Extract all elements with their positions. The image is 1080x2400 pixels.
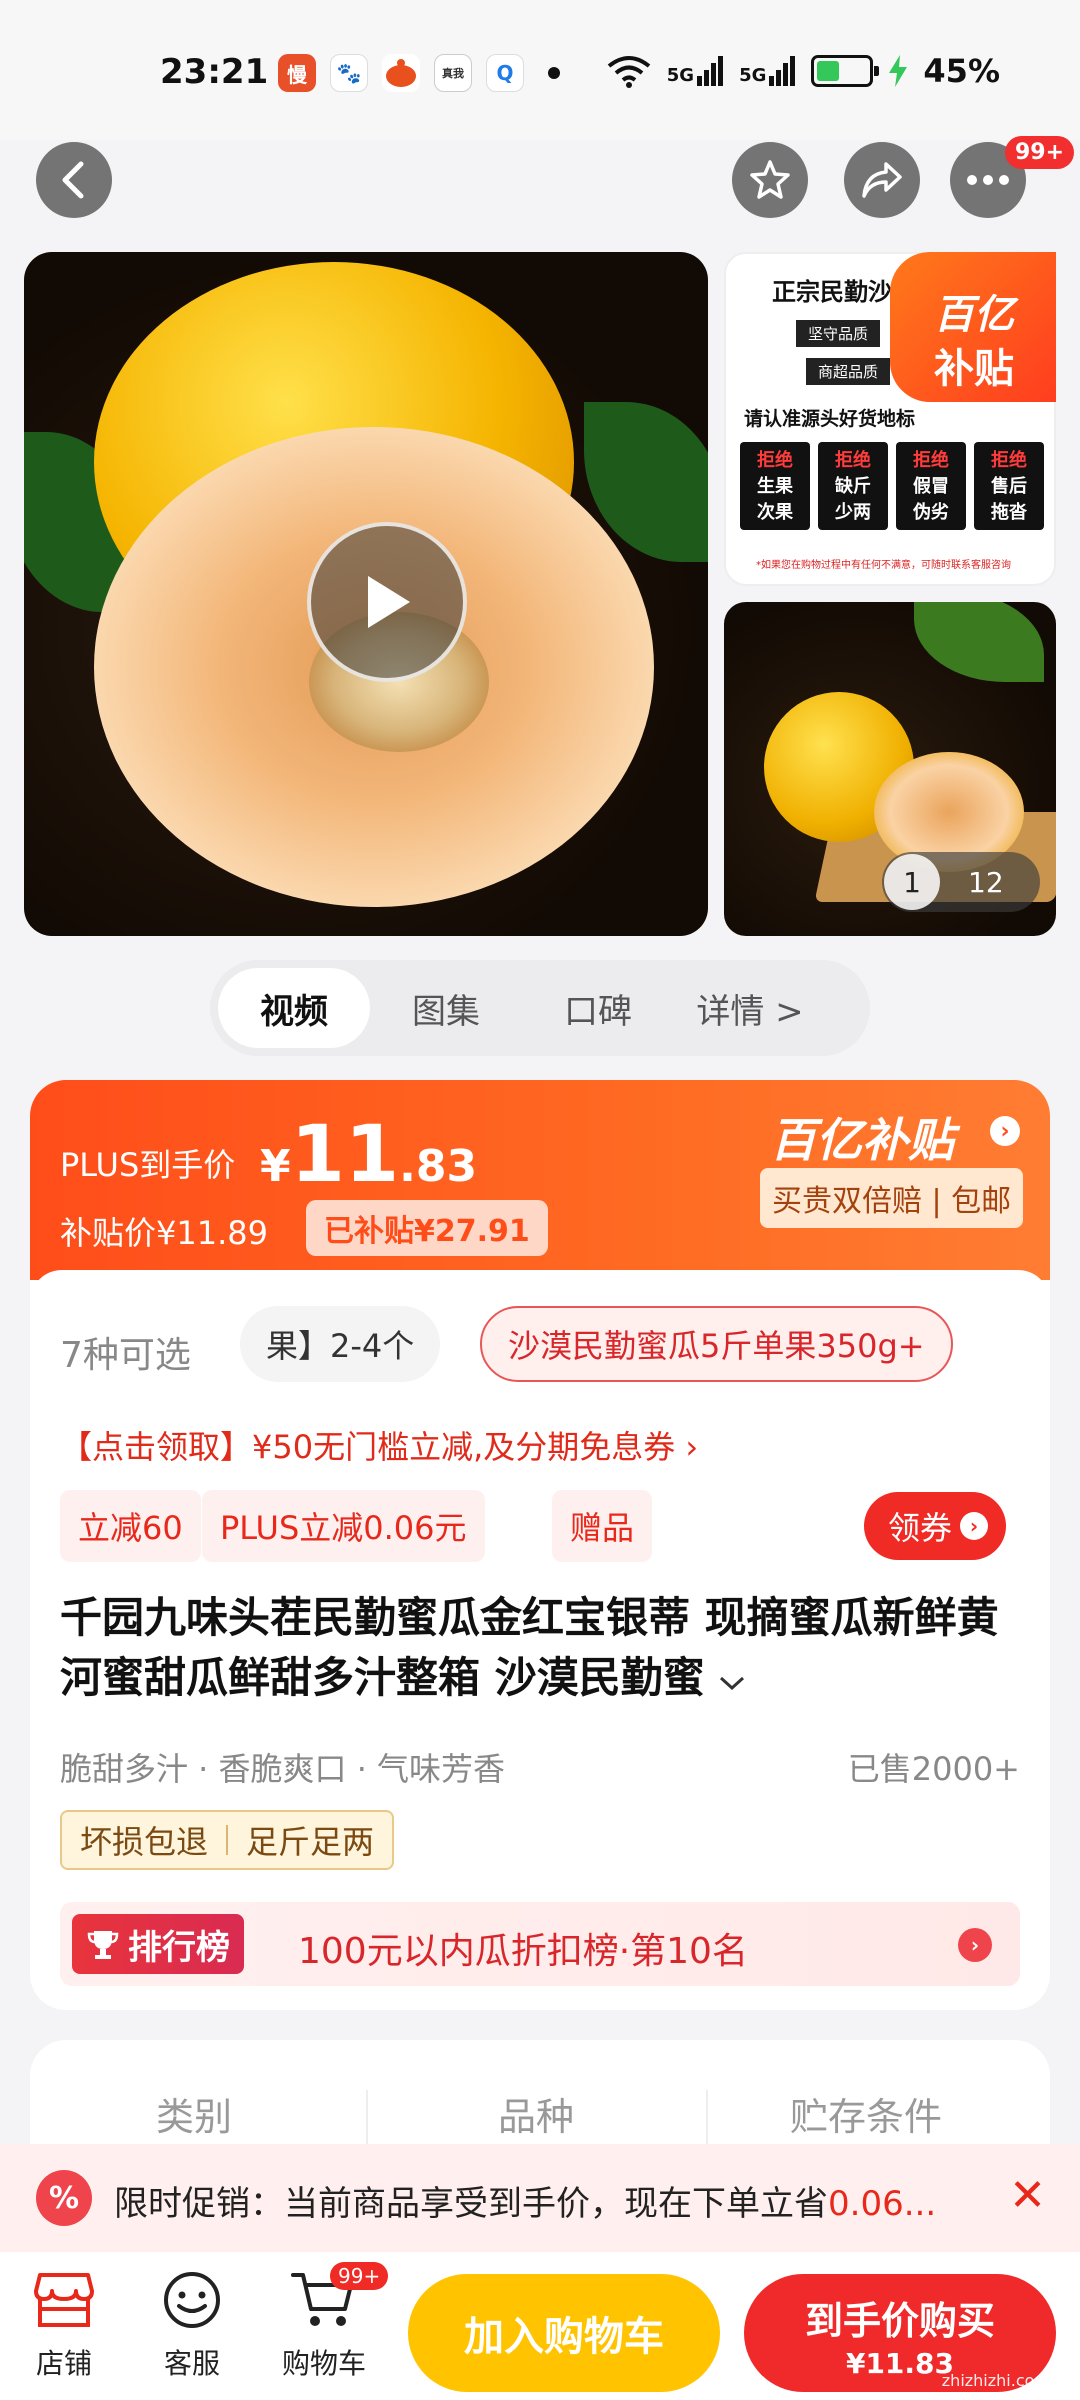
chevron-right-icon: ›	[990, 1116, 1020, 1146]
notification-dot-icon	[548, 67, 560, 79]
ranking-text: 100元以内瓜折扣榜·第10名	[298, 1931, 748, 1972]
realme-app-icon: 真我	[434, 54, 472, 92]
thumb-footnote: *如果您在购物过程中有任何不满意，可随时联系客服咨询	[756, 560, 1011, 571]
search-app-icon: Q	[486, 54, 524, 92]
chevron-right-icon: ›	[958, 1928, 992, 1962]
plus-price: ¥11.83	[260, 1110, 478, 1200]
favorite-button[interactable]	[732, 142, 808, 218]
options-count[interactable]: 7种可选	[60, 1326, 191, 1378]
thumb-grid: 拒绝 生果 次果 拒绝 缺斤 少两 拒绝 假冒 伪劣 拒绝 售后 拖沓	[740, 442, 1044, 530]
discount-chip[interactable]: 立减60	[60, 1490, 201, 1562]
thumb-cell: 拒绝 生果 次果	[740, 442, 810, 530]
coupon-claim-link[interactable]: 【点击领取】¥50无门槛立减,及分期免息券 ›	[60, 1422, 698, 1468]
product-features: 脆甜多汁 · 香脆爽口 · 气味芳香	[60, 1750, 506, 1788]
battery-icon	[811, 55, 880, 87]
customer-service-icon	[164, 2272, 220, 2328]
plus-discount-chip[interactable]: PLUS立减0.06元	[202, 1490, 485, 1562]
subsidy-program-link[interactable]: 百亿补贴	[770, 1104, 954, 1170]
price-header: PLUS到手价 ¥11.83 补贴价¥11.89 已补贴¥27.91 百亿补贴 …	[30, 1080, 1050, 1280]
spec-category: 类别	[156, 2095, 233, 2139]
thumb-line: 请认准源头好货地标	[744, 408, 916, 430]
option-pill[interactable]: 果】2-4个	[240, 1306, 441, 1382]
tab-reviews[interactable]: 口碑	[522, 968, 674, 1048]
ranking-banner[interactable]: 排行榜 100元以内瓜折扣榜·第10名 ›	[60, 1902, 1020, 1986]
status-bar: 23:21 慢 🐾 真我 Q 5G 5G 45%	[0, 0, 1080, 140]
promo-banner[interactable]: % 限时促销：当前商品享受到手价，现在下单立省0.06... ✕	[0, 2144, 1080, 2252]
product-info: 7种可选 果】2-4个 沙漠民勤蜜瓜5斤单果350g+ 【点击领取】¥50无门槛…	[30, 1270, 1050, 2010]
bottom-action-bar: 店铺 客服 99+ 购物车 加入购物车 到手价购买 ¥11.83 zhizhiz…	[0, 2252, 1080, 2400]
signal-5g-icon-1: 5G	[667, 56, 724, 86]
more-badge: 99+	[1005, 136, 1075, 169]
guarantee-badges[interactable]: 坏损包退 足斤足两	[60, 1810, 395, 1870]
close-icon[interactable]: ✕	[1009, 2172, 1046, 2220]
thumb-title: 正宗民勤沙	[772, 278, 892, 306]
plus-price-label: PLUS到手价	[60, 1146, 236, 1184]
get-coupon-button[interactable]: 领券 ›	[864, 1492, 1007, 1560]
tab-gallery[interactable]: 图集	[370, 968, 522, 1048]
taobao-app-icon	[382, 54, 420, 92]
promo-text: 限时促销：当前商品享受到手价，现在下单立省0.06...	[114, 2184, 937, 2224]
status-app-icons: 慢 🐾 真我 Q	[278, 54, 560, 92]
media-tabs: 视频 图集 口碑 详情 >	[210, 960, 870, 1056]
thumb-cell: 拒绝 售后 拖沓	[974, 442, 1044, 530]
status-right: 5G 5G 45%	[607, 52, 1000, 90]
add-to-cart-button[interactable]: 加入购物车	[408, 2274, 720, 2392]
tab-video[interactable]: 视频	[218, 968, 370, 1048]
star-icon	[750, 160, 790, 199]
play-button[interactable]	[307, 522, 467, 682]
sold-count: 已售2000+	[847, 1750, 1020, 1788]
customer-service-button[interactable]: 客服	[132, 2262, 252, 2382]
spec-variety: 品种	[498, 2095, 575, 2139]
chevron-right-icon: ›	[960, 1512, 989, 1540]
cart-button[interactable]: 99+ 购物车	[264, 2262, 389, 2382]
play-icon	[368, 576, 410, 628]
status-time: 23:21	[160, 52, 269, 92]
subsidized-amount-tag: 已补贴¥27.91	[306, 1200, 548, 1256]
thumb-cell: 拒绝 缺斤 少两	[818, 442, 888, 530]
charging-icon	[889, 55, 908, 87]
product-title[interactable]: 千园九味头茬民勤蜜瓜金红宝银蒂 现摘蜜瓜新鲜黄河蜜甜瓜鲜甜多汁整箱 沙漠民勤蜜	[60, 1588, 1020, 1708]
baidu-app-icon: 🐾	[330, 54, 368, 92]
gift-chip[interactable]: 赠品	[552, 1490, 653, 1562]
share-icon	[862, 162, 902, 198]
option-pill-selected[interactable]: 沙漠民勤蜜瓜5斤单果350g+	[480, 1306, 953, 1382]
more-dots-icon	[967, 175, 1009, 185]
percent-icon: %	[36, 2170, 92, 2226]
price-card: PLUS到手价 ¥11.83 补贴价¥11.89 已补贴¥27.91 百亿补贴 …	[30, 1080, 1050, 2010]
spec-storage: 贮存条件	[790, 2095, 943, 2139]
wifi-icon	[607, 56, 651, 88]
battery-percent: 45%	[923, 52, 1000, 90]
buy-now-button[interactable]: 到手价购买 ¥11.83 zhizhizhi.com	[744, 2274, 1056, 2392]
chevron-left-icon	[62, 161, 84, 199]
signal-5g-icon-2: 5G	[739, 56, 796, 86]
shop-icon	[34, 2273, 94, 2327]
subsidy-promise: 买贵双倍赔 | 包邮	[760, 1168, 1024, 1228]
back-button[interactable]	[36, 142, 112, 218]
trophy-icon	[87, 1931, 119, 1959]
thumb-tag: 坚守品质	[796, 320, 881, 347]
ranking-tag: 排行榜	[72, 1914, 244, 1974]
thumb-tag: 商超品质	[806, 358, 891, 385]
subsidy-corner-badge: 百亿 补贴	[890, 252, 1056, 402]
cart-badge: 99+	[330, 2262, 389, 2290]
share-button[interactable]	[844, 142, 920, 218]
thumb-cell: 拒绝 假冒 伪劣	[896, 442, 966, 530]
tab-details[interactable]: 详情 >	[674, 968, 826, 1048]
subsidy-price: 补贴价¥11.89	[60, 1214, 268, 1252]
main-video-thumbnail[interactable]	[24, 252, 708, 936]
watermark: zhizhizhi.com	[941, 2371, 1050, 2390]
gallery-counter: 1 12	[882, 852, 1040, 912]
chevron-down-icon	[720, 1676, 745, 1691]
manman-app-icon: 慢	[278, 54, 316, 92]
leaf-decoration	[914, 602, 1044, 682]
shop-button[interactable]: 店铺	[4, 2262, 124, 2382]
